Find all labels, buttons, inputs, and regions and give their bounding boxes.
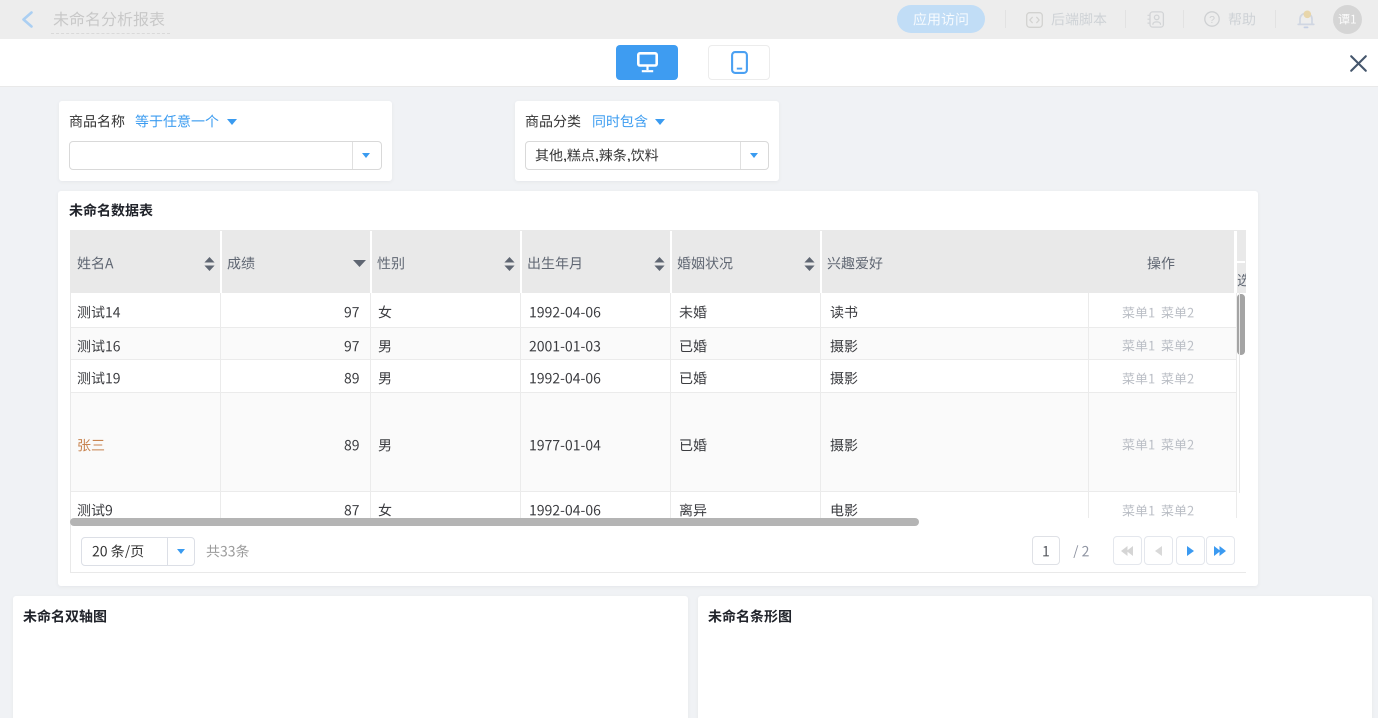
svg-text:?: ? [1209, 14, 1215, 26]
